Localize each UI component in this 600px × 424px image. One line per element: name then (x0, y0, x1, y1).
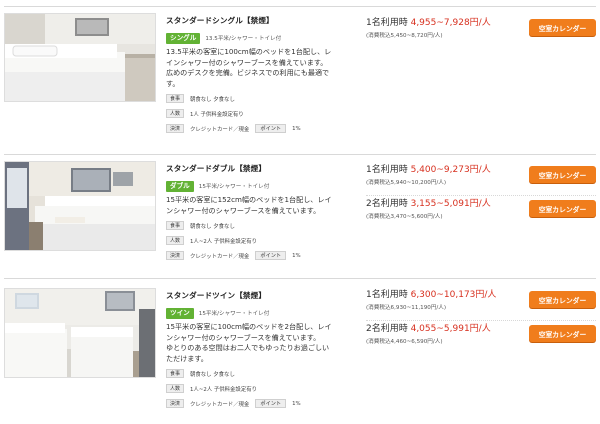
payment-label: 決済 (166, 251, 184, 260)
description-line: ンシャワー付のシャワーブースを備えています。 (166, 205, 321, 215)
point-label: ポイント (255, 399, 287, 408)
payment-value: クレジットカード／現金 (190, 126, 250, 133)
people-value: 1人~2人 子供料金設定有り (190, 238, 257, 245)
payment-row: 決済 クレジットカード／現金 ポイント 1% (166, 398, 358, 409)
plan-list: 1名利用時 5,400~9,273円/人 (消費税込5,940~10,200円/… (366, 165, 596, 229)
plan-row-2-person: 2名利用時 4,055~5,991円/人 (消費税込4,460~6,590円/人… (366, 324, 596, 354)
room-type-detail: 13.5平米/シャワー・トイレ付 (205, 36, 282, 42)
room-description: 13.5平米の客室に100cm幅のベッドを1台配し、レ インシャワー付のシャワー… (166, 47, 358, 89)
room-type-detail: 15平米/シャワー・トイレ付 (198, 184, 270, 190)
room-type-row: ツイン 15平米/シャワー・トイレ付 (166, 307, 358, 319)
description-line: ゆとりのある空間はお二人でもゆったりお過ごしい (166, 343, 330, 352)
meal-value: 朝食なし 夕食なし (190, 371, 235, 378)
room-photo-twin[interactable] (4, 288, 156, 378)
plan-divider (366, 320, 596, 321)
room-title[interactable]: スタンダードツイン【禁煙】 (166, 290, 358, 301)
section-divider (4, 154, 596, 155)
room-title[interactable]: スタンダードダブル【禁煙】 (166, 163, 358, 174)
room-card-double: スタンダードダブル【禁煙】 ダブル 15平米/シャワー・トイレ付 15平米の客室… (0, 150, 600, 275)
description-line: ンシャワー付のシャワーブースを備えています。 (166, 332, 321, 342)
people-row: 人数 1人~2人 子供料金設定有り (166, 383, 358, 394)
plan-divider (366, 195, 596, 196)
plan-occupancy-label: 1名利用時 (366, 165, 411, 175)
room-type-detail: 15平米/シャワー・トイレ付 (198, 311, 270, 317)
description-line: 広めのデスクを完備。ビジネスでの利用にも最適で (166, 68, 330, 77)
room-photo-single[interactable] (4, 13, 156, 102)
meal-value: 朝食なし 夕食なし (190, 96, 235, 103)
plan-price: 6,300~10,173円/人 (410, 290, 497, 300)
people-label: 人数 (166, 236, 184, 245)
room-photo-double[interactable] (4, 161, 156, 251)
payment-row: 決済 クレジットカード／現金 ポイント 1% (166, 250, 358, 261)
point-value: 1% (292, 252, 301, 259)
room-type-badge: ダブル (166, 180, 194, 192)
point-label: ポイント (255, 124, 287, 133)
people-value: 1人 子供料金設定有り (190, 111, 244, 118)
plan-list: 1名利用時 6,300~10,173円/人 (消費税込6,930~11,190円… (366, 290, 596, 354)
description-line: ただけます。 (166, 353, 208, 363)
plan-price: 3,155~5,091円/人 (410, 199, 491, 209)
people-label: 人数 (166, 109, 184, 118)
vacancy-calendar-button[interactable]: 空室カレンダー (529, 325, 596, 342)
room-type-row: シングル 13.5平米/シャワー・トイレ付 (166, 32, 358, 44)
plan-price: 5,400~9,273円/人 (410, 165, 491, 175)
description-line: 15平米の客室に152cm幅のベッドを1台配し、レイ (166, 195, 332, 204)
room-title[interactable]: スタンダードシングル【禁煙】 (166, 15, 358, 26)
meal-row: 食事 朝食なし 夕食なし (166, 220, 358, 231)
vacancy-calendar-button[interactable]: 空室カレンダー (529, 166, 596, 183)
description-line: す。 (166, 78, 180, 88)
plan-row-1-person: 1名利用時 5,400~9,273円/人 (消費税込5,940~10,200円/… (366, 165, 596, 195)
section-divider (4, 278, 596, 279)
room-description: 15平米の客室に152cm幅のベッドを1台配し、レイ ンシャワー付のシャワーブー… (166, 195, 358, 216)
point-value: 1% (292, 125, 301, 132)
room-type-row: ダブル 15平米/シャワー・トイレ付 (166, 180, 358, 192)
payment-row: 決済 クレジットカード／現金 ポイント 1% (166, 123, 358, 134)
point-value: 1% (292, 400, 301, 407)
payment-value: クレジットカード／現金 (190, 253, 250, 260)
description-line: 15平米の客室に100cm幅のベッドを2台配し、レイ (166, 322, 332, 331)
plan-price: 4,955~7,928円/人 (410, 18, 491, 28)
payment-label: 決済 (166, 124, 184, 133)
room-info-twin: スタンダードツイン【禁煙】 ツイン 15平米/シャワー・トイレ付 15平米の客室… (166, 290, 358, 409)
people-row: 人数 1人~2人 子供料金設定有り (166, 235, 358, 246)
plan-occupancy-label: 1名利用時 (366, 290, 411, 300)
plan-row-2-person: 2名利用時 3,155~5,091円/人 (消費税込3,470~5,600円/人… (366, 199, 596, 229)
meal-value: 朝食なし 夕食なし (190, 223, 235, 230)
vacancy-calendar-button[interactable]: 空室カレンダー (529, 291, 596, 308)
room-info-double: スタンダードダブル【禁煙】 ダブル 15平米/シャワー・トイレ付 15平米の客室… (166, 163, 358, 261)
room-description: 15平米の客室に100cm幅のベッドを2台配し、レイ ンシャワー付のシャワーブー… (166, 322, 358, 364)
description-line: インシャワー付のシャワーブースを備えています。 (166, 57, 328, 67)
meal-row: 食事 朝食なし 夕食なし (166, 93, 358, 104)
people-row: 人数 1人 子供料金設定有り (166, 108, 358, 119)
plan-occupancy-label: 2名利用時 (366, 199, 411, 209)
description-line: 13.5平米の客室に100cm幅のベッドを1台配し、レ (166, 47, 332, 56)
meal-label: 食事 (166, 369, 184, 378)
vacancy-calendar-button[interactable]: 空室カレンダー (529, 19, 596, 36)
payment-label: 決済 (166, 399, 184, 408)
meal-row: 食事 朝食なし 夕食なし (166, 368, 358, 379)
plan-row-1-person: 1名利用時 4,955~7,928円/人 (消費税込5,450~8,720円/人… (366, 18, 596, 48)
room-info-single: スタンダードシングル【禁煙】 シングル 13.5平米/シャワー・トイレ付 13.… (166, 15, 358, 134)
room-card-single: スタンダードシングル【禁煙】 シングル 13.5平米/シャワー・トイレ付 13.… (0, 0, 600, 150)
room-type-badge: シングル (166, 32, 201, 44)
section-divider (4, 6, 596, 7)
plan-occupancy-label: 1名利用時 (366, 18, 411, 28)
people-value: 1人~2人 子供料金設定有り (190, 386, 257, 393)
plan-price: 4,055~5,991円/人 (410, 324, 491, 334)
room-card-twin: スタンダードツイン【禁煙】 ツイン 15平米/シャワー・トイレ付 15平米の客室… (0, 275, 600, 424)
plan-row-1-person: 1名利用時 6,300~10,173円/人 (消費税込6,930~11,190円… (366, 290, 596, 320)
vacancy-calendar-button[interactable]: 空室カレンダー (529, 200, 596, 217)
meal-label: 食事 (166, 221, 184, 230)
people-label: 人数 (166, 384, 184, 393)
room-type-badge: ツイン (166, 307, 194, 319)
plan-occupancy-label: 2名利用時 (366, 324, 411, 334)
plan-list: 1名利用時 4,955~7,928円/人 (消費税込5,450~8,720円/人… (366, 18, 596, 48)
point-label: ポイント (255, 251, 287, 260)
meal-label: 食事 (166, 94, 184, 103)
payment-value: クレジットカード／現金 (190, 401, 250, 408)
